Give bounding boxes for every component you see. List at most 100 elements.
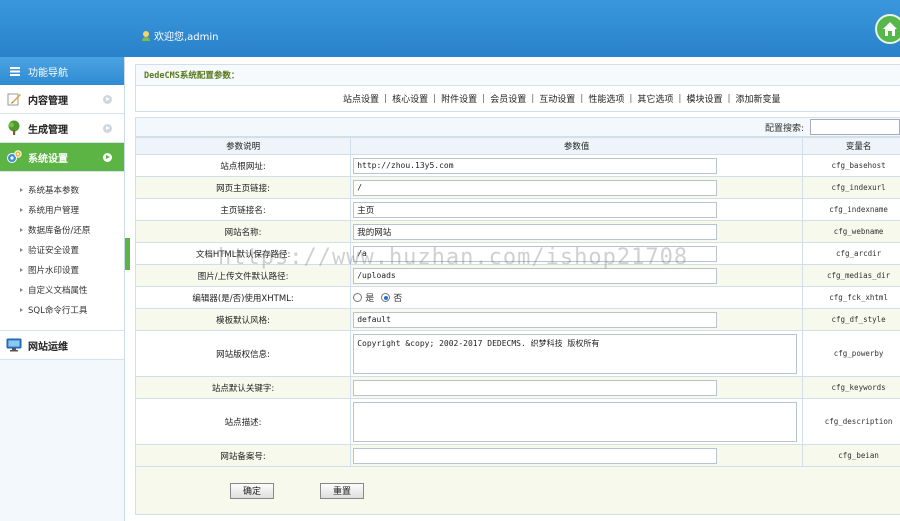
param-label: 文档HTML默认保存路径:	[134, 242, 352, 265]
config-tabs: 站点设置 | 核心设置 | 附件设置 | 会员设置 | 互动设置 | 性能选项 | 其它选项…	[135, 86, 900, 112]
sidebar-item-label: 内容管理	[28, 95, 68, 107]
column-header: 参数值	[350, 137, 804, 155]
table-row: 网站备案号: cfg_beian	[134, 444, 900, 467]
param-label: 网页主页链接:	[134, 176, 352, 199]
submenu-item-label: 数据库备份/还原	[28, 226, 91, 236]
tab-site[interactable]: 站点设置	[338, 92, 384, 105]
tab-interaction[interactable]: 互动设置	[534, 92, 580, 105]
table-row: 主页链接名: 主页 cfg_indexname	[134, 198, 900, 221]
var-name: cfg_indexurl	[802, 176, 900, 199]
table-row: 网站版权信息: Copyright &copy; 2002-2017 DEDEC…	[134, 330, 900, 377]
search-label: 配置搜索:	[764, 123, 804, 134]
config-search-row: 配置搜索:	[135, 117, 900, 137]
submenu-item-label: SQL命令行工具	[28, 306, 88, 316]
sidebar-item-label: 网站运维	[28, 341, 68, 353]
var-name: cfg_webname	[802, 220, 900, 243]
table-header-row: 参数说明 参数值 变量名	[134, 137, 900, 155]
submenu-item[interactable]: 自定义文档属性	[0, 280, 124, 300]
monitor-icon	[6, 338, 22, 352]
bullet-icon	[20, 268, 23, 272]
tab-attachment[interactable]: 附件设置	[436, 92, 482, 105]
sidebar-item-content[interactable]: 内容管理	[0, 85, 124, 114]
submenu-item-label: 验证安全设置	[28, 246, 80, 256]
bullet-icon	[20, 228, 23, 232]
df-style-input[interactable]: default	[353, 311, 718, 328]
table-row: 网页主页链接: / cfg_indexurl	[134, 176, 900, 199]
submenu-item[interactable]: 数据库备份/还原	[0, 220, 124, 240]
radio-no[interactable]	[381, 293, 391, 302]
indexname-input[interactable]: 主页	[353, 201, 718, 218]
radio-no-label: 否	[393, 294, 403, 304]
sidebar-item-generate[interactable]: 生成管理	[0, 114, 124, 143]
param-label: 图片/上传文件默认路径:	[134, 264, 352, 287]
form-actions: 确定 重置	[135, 467, 900, 515]
tab-add-variable[interactable]: 添加新变量	[731, 92, 786, 105]
sidebar-item-label: 生成管理	[28, 124, 68, 136]
confirm-button[interactable]: 确定	[230, 482, 274, 499]
gears-icon	[7, 150, 22, 163]
table-row: 模板默认风格: default cfg_df_style	[134, 308, 900, 331]
var-name: cfg_powerby	[802, 330, 900, 377]
var-name: cfg_beian	[802, 444, 900, 467]
webname-input[interactable]: 我的网站	[353, 223, 718, 240]
table-row: 图片/上传文件默认路径: /uploads cfg_medias_dir	[134, 264, 900, 287]
column-header: 参数说明	[134, 137, 352, 155]
page-title: DedeCMS系统配置参数：	[135, 64, 900, 86]
arcdir-input[interactable]: /a	[353, 245, 718, 262]
sidebar-title: 功能导航	[28, 67, 68, 79]
submenu-item-label: 系统用户管理	[28, 206, 80, 216]
tab-core[interactable]: 核心设置	[387, 92, 433, 105]
param-label: 站点根网址:	[134, 154, 352, 177]
param-label: 站点默认关键字:	[134, 376, 352, 399]
var-name: cfg_medias_dir	[802, 264, 900, 287]
home-icon	[883, 22, 897, 36]
tab-performance[interactable]: 性能选项	[583, 92, 629, 105]
var-name: cfg_arcdir	[802, 242, 900, 265]
system-submenu: 系统基本参数 系统用户管理 数据库备份/还原 验证安全设置 图片水印设置 自定义…	[0, 172, 124, 331]
config-search-input[interactable]	[810, 119, 900, 135]
chevron-right-icon	[103, 124, 112, 133]
basehost-input[interactable]: http://zhou.13y5.com	[353, 157, 718, 174]
tab-module[interactable]: 模块设置	[681, 92, 727, 105]
table-row: 站点默认关键字: cfg_keywords	[134, 376, 900, 399]
param-label: 主页链接名:	[134, 198, 352, 221]
tab-member[interactable]: 会员设置	[485, 92, 531, 105]
table-row: 站点描述: cfg_description	[134, 398, 900, 445]
sidebar-collapse-handle[interactable]	[125, 238, 130, 270]
main-panel: DedeCMS系统配置参数： 站点设置 | 核心设置 | 附件设置 | 会员设置 | 互…	[134, 64, 900, 515]
submenu-item[interactable]: 系统用户管理	[0, 200, 124, 220]
radio-yes[interactable]	[353, 293, 363, 302]
param-label: 网站备案号:	[134, 444, 352, 467]
submenu-item[interactable]: SQL命令行工具	[0, 300, 124, 320]
powerby-textarea[interactable]: Copyright &copy; 2002-2017 DEDECMS. 织梦科技…	[353, 333, 798, 374]
bullet-icon	[20, 208, 23, 212]
var-name: cfg_fck_xhtml	[802, 286, 900, 309]
list-icon	[10, 66, 20, 76]
indexurl-input[interactable]: /	[353, 179, 718, 196]
top-header: 欢迎您,admin	[0, 0, 900, 57]
submenu-item[interactable]: 系统基本参数	[0, 180, 124, 200]
chevron-right-icon	[103, 153, 112, 162]
sidebar-header: 功能导航	[0, 57, 124, 85]
home-button[interactable]	[875, 14, 900, 44]
beian-input[interactable]	[353, 447, 718, 464]
tab-other[interactable]: 其它选项	[632, 92, 678, 105]
submenu-item[interactable]: 验证安全设置	[0, 240, 124, 260]
table-row: 网站名称: 我的网站 cfg_webname	[134, 220, 900, 243]
submenu-item-label: 系统基本参数	[28, 186, 80, 196]
sidebar-item-ops[interactable]: 网站运维	[0, 331, 124, 360]
submenu-item[interactable]: 图片水印设置	[0, 260, 124, 280]
var-name: cfg_keywords	[802, 376, 900, 399]
bullet-icon	[20, 248, 23, 252]
param-label: 站点描述:	[134, 398, 352, 445]
config-table: 参数说明 参数值 变量名 站点根网址: http://zhou.13y5.com…	[134, 137, 900, 467]
description-textarea[interactable]	[353, 401, 798, 442]
sidebar-item-system[interactable]: 系统设置	[0, 143, 124, 172]
keywords-input[interactable]	[353, 379, 718, 396]
column-header: 变量名	[802, 137, 900, 155]
xhtml-radio-group: 是 否	[353, 291, 802, 304]
welcome-area: 欢迎您,admin	[142, 28, 219, 43]
medias-dir-input[interactable]: /uploads	[353, 267, 718, 284]
reset-button[interactable]: 重置	[320, 482, 364, 499]
tree-icon	[8, 120, 20, 135]
